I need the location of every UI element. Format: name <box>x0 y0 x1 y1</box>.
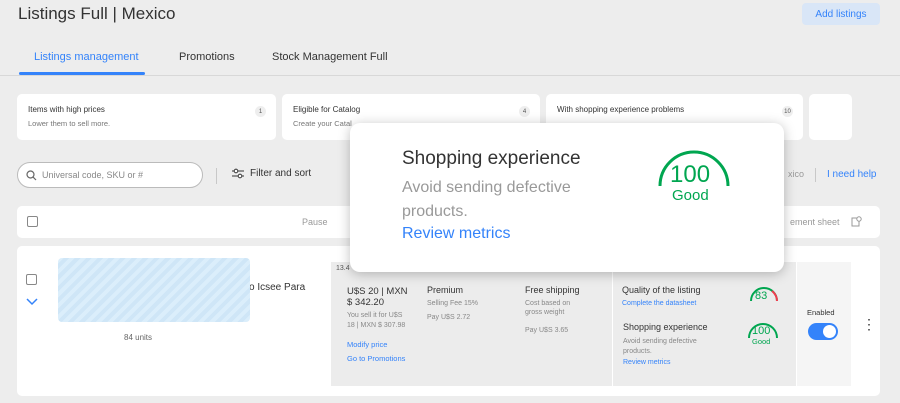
divider <box>216 168 217 184</box>
shipping-cost-note: Cost based on <box>525 300 571 307</box>
search-icon <box>26 170 37 181</box>
redacted-listing-image <box>58 258 250 322</box>
enabled-label: Enabled <box>807 308 835 317</box>
select-all-checkbox[interactable] <box>27 216 38 227</box>
filter-sort-button[interactable]: Filter and sort <box>232 168 311 179</box>
active-tab-indicator <box>19 72 145 75</box>
add-listings-button[interactable]: Add listings <box>802 3 880 25</box>
card-subtitle: Lower them to sell more. <box>28 119 111 128</box>
free-shipping-label: Free shipping <box>525 285 580 295</box>
modify-price-link[interactable]: Modify price <box>347 340 387 349</box>
quality-score: 83 <box>755 290 768 302</box>
card-more[interactable] <box>809 94 852 140</box>
card-title: Eligible for Catalog <box>293 105 361 114</box>
column-divider <box>612 262 613 386</box>
popover-description-2: products. <box>402 203 468 220</box>
sliders-icon <box>232 168 244 179</box>
enabled-toggle[interactable] <box>808 323 838 340</box>
page-title: Listings Full | Mexico <box>18 4 176 23</box>
tab-stock-management-full[interactable]: Stock Management Full <box>272 51 388 63</box>
popover-review-metrics-link[interactable]: Review metrics <box>402 225 510 243</box>
card-title: With shopping experience problems <box>557 105 685 114</box>
premium-label: Premium <box>427 285 464 295</box>
more-options-icon[interactable]: ⋮ <box>862 317 876 331</box>
popover-score: 100 <box>670 161 711 188</box>
review-metrics-link[interactable]: Review metrics <box>623 359 670 366</box>
go-to-promotions-link[interactable]: Go to Promotions <box>347 354 405 363</box>
shipping-pay: Pay U$S 3.65 <box>525 327 569 334</box>
search-input[interactable]: Universal code, SKU or # <box>17 162 203 188</box>
tab-bar: Listings management Promotions Stock Man… <box>0 44 900 76</box>
card-count-badge: 1 <box>255 106 266 117</box>
settings-icon[interactable] <box>851 216 862 227</box>
listing-title[interactable]: o Icsee Para <box>249 282 305 293</box>
price-note-2: 18 | MXN $ 307.98 <box>347 322 406 329</box>
shopping-rating: Good <box>752 337 771 346</box>
popover-title: Shopping experience <box>402 148 581 169</box>
listing-checkbox[interactable] <box>26 274 37 285</box>
listing-details-panel: 13.4 U$S 20 | MXN $ 342.20 You sell it f… <box>331 262 796 386</box>
price-mxn: $ 342.20 <box>347 297 384 308</box>
divider <box>815 168 816 182</box>
popover-rating: Good <box>672 187 709 204</box>
price-note: You sell it for U$S <box>347 312 403 319</box>
region-label: xico <box>788 169 805 179</box>
popover-description: Avoid sending defective <box>402 179 571 196</box>
shopping-experience-popover: Shopping experience Avoid sending defect… <box>350 123 784 272</box>
pause-label[interactable]: Pause <box>302 217 328 227</box>
search-placeholder: Universal code, SKU or # <box>42 170 144 180</box>
tab-promotions[interactable]: Promotions <box>179 51 235 63</box>
quality-title: Quality of the listing <box>622 285 701 295</box>
shipping-cost-note-2: gross weight <box>525 309 565 316</box>
shopping-desc: Avoid sending defective <box>623 338 697 345</box>
complete-datasheet-link[interactable]: Complete the datasheet <box>622 300 696 307</box>
chevron-down-icon[interactable] <box>26 298 38 306</box>
card-high-prices[interactable]: Items with high prices Lower them to sel… <box>17 94 276 140</box>
filter-sort-label: Filter and sort <box>250 168 312 179</box>
sheet-label[interactable]: ement sheet <box>790 217 840 227</box>
card-subtitle: Create your Catal <box>293 119 352 128</box>
listing-id: 13.4 <box>336 265 350 272</box>
shopping-desc-2: products. <box>623 348 652 355</box>
card-count-badge: 4 <box>519 106 530 117</box>
shopping-title: Shopping experience <box>623 322 708 332</box>
stock-units: 84 units <box>124 333 153 342</box>
selling-fee: Selling Fee 15% <box>427 300 478 307</box>
price-usd: U$S 20 | MXN <box>347 286 408 297</box>
tab-listings-management[interactable]: Listings management <box>34 51 139 63</box>
premium-pay: Pay U$S 2.72 <box>427 314 471 321</box>
toggle-knob <box>823 325 836 338</box>
help-link[interactable]: I need help <box>827 169 877 180</box>
shopping-score: 100 <box>752 325 771 337</box>
card-title: Items with high prices <box>28 105 105 114</box>
card-count-badge: 10 <box>782 106 793 117</box>
